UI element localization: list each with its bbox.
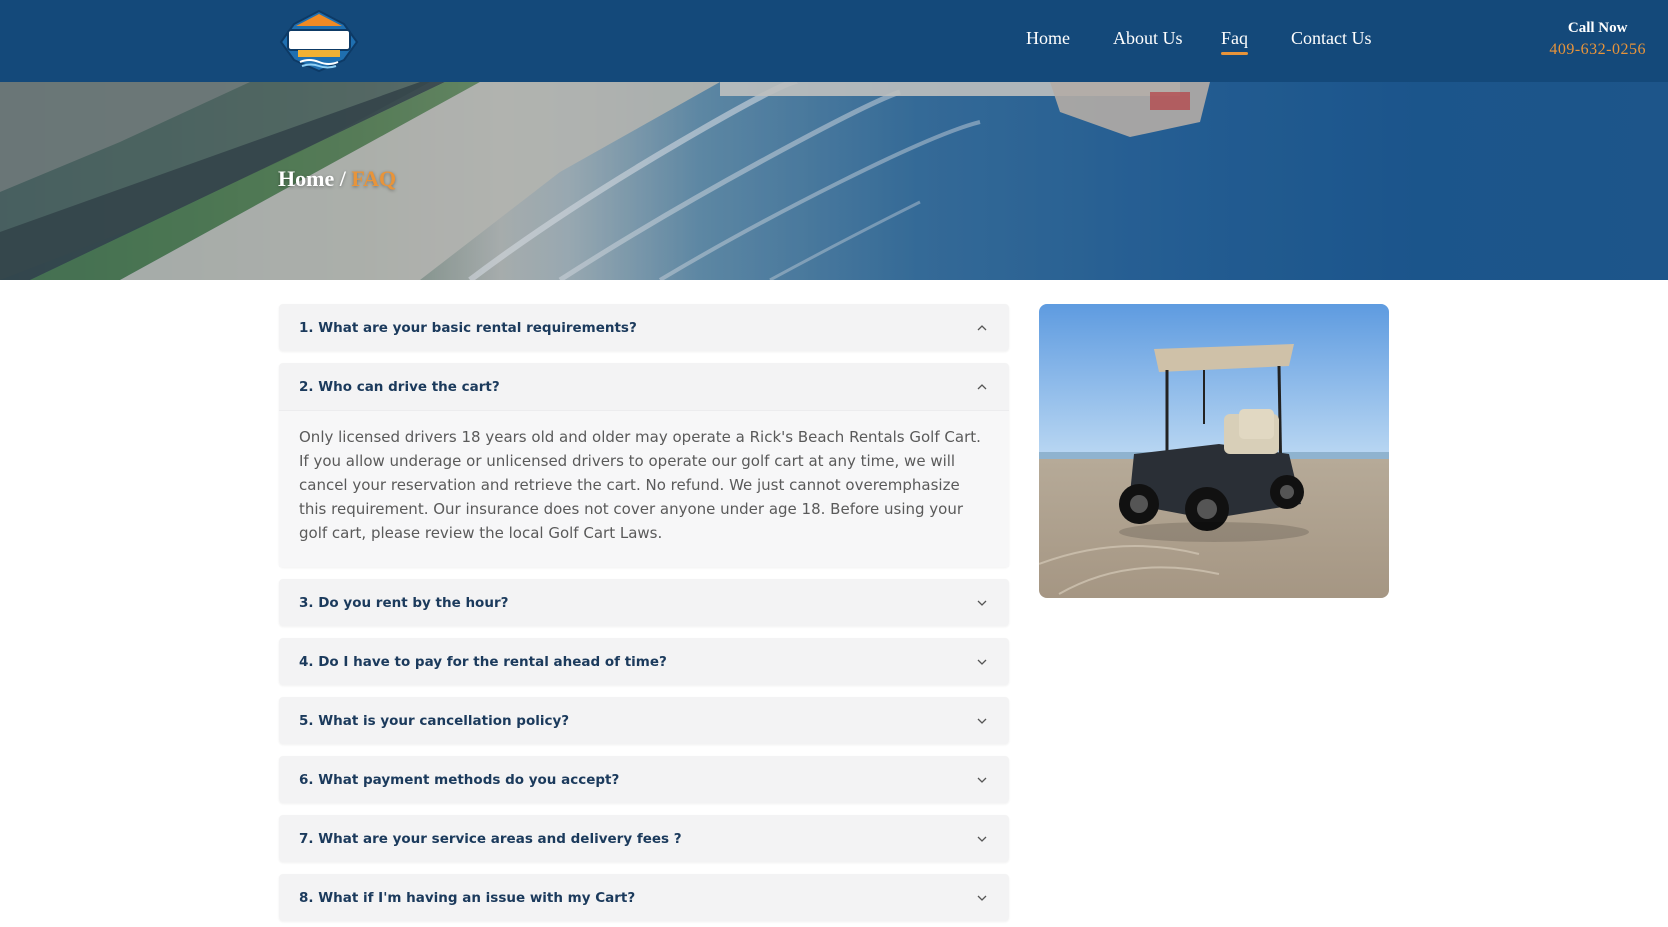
chevron-up-icon (975, 321, 989, 335)
nav-home[interactable]: Home (1026, 28, 1070, 49)
breadcrumb-separator: / (339, 166, 346, 191)
call-now-label: Call Now (1567, 20, 1628, 36)
chevron-down-icon (975, 832, 989, 846)
breadcrumb-home-link[interactable]: Home (278, 166, 334, 191)
faq-item-8: 8. What if I'm having an issue with my C… (279, 874, 1009, 921)
aerial-beach-image (0, 82, 1668, 280)
faq-accordion: 1. What are your basic rental requiremen… (279, 304, 1009, 927)
faq-toggle-2[interactable]: 2. Who can drive the cart? (279, 363, 1009, 410)
faq-item-6: 6. What payment methods do you accept? (279, 756, 1009, 803)
chevron-down-icon (975, 714, 989, 728)
chevron-up-icon (975, 380, 989, 394)
hero-banner: Home / FAQ (0, 82, 1668, 280)
faq-toggle-5[interactable]: 5. What is your cancellation policy? (279, 697, 1009, 744)
phone-number-link[interactable]: 409-632-0256 (1549, 41, 1646, 59)
faq-question: 1. What are your basic rental requiremen… (299, 319, 637, 336)
chevron-down-icon (975, 891, 989, 905)
faq-toggle-4[interactable]: 4. Do I have to pay for the rental ahead… (279, 638, 1009, 685)
faq-toggle-3[interactable]: 3. Do you rent by the hour? (279, 579, 1009, 626)
faq-toggle-8[interactable]: 8. What if I'm having an issue with my C… (279, 874, 1009, 921)
call-now-block: Call Now 409-632-0256 (1549, 20, 1646, 59)
nav-contact-us[interactable]: Contact Us (1291, 28, 1372, 49)
breadcrumb: Home / FAQ (278, 166, 396, 192)
faq-toggle-6[interactable]: 6. What payment methods do you accept? (279, 756, 1009, 803)
chevron-down-icon (975, 655, 989, 669)
site-header: Home About Us Faq Contact Us Call Now 40… (0, 0, 1668, 82)
faq-item-2: 2. Who can drive the cart? Only licensed… (279, 363, 1009, 567)
faq-question: 6. What payment methods do you accept? (299, 771, 620, 788)
golf-cart-photo (1039, 304, 1389, 598)
breadcrumb-current: FAQ (351, 166, 397, 191)
faq-item-1: 1. What are your basic rental requiremen… (279, 304, 1009, 351)
faq-question: 7. What are your service areas and deliv… (299, 830, 682, 847)
faq-item-7: 7. What are your service areas and deliv… (279, 815, 1009, 862)
faq-answer: Only licensed drivers 18 years old and o… (299, 428, 981, 542)
faq-toggle-1[interactable]: 1. What are your basic rental requiremen… (279, 304, 1009, 351)
chevron-down-icon (975, 773, 989, 787)
nav-faq[interactable]: Faq (1221, 28, 1248, 55)
nav-about-us[interactable]: About Us (1113, 28, 1183, 49)
chevron-down-icon (975, 596, 989, 610)
faq-answer-panel: Only licensed drivers 18 years old and o… (279, 410, 1009, 567)
faq-toggle-7[interactable]: 7. What are your service areas and deliv… (279, 815, 1009, 862)
faq-item-5: 5. What is your cancellation policy? (279, 697, 1009, 744)
faq-question: 3. Do you rent by the hour? (299, 594, 509, 611)
site-logo[interactable] (278, 8, 360, 74)
faq-question: 5. What is your cancellation policy? (299, 712, 570, 729)
faq-item-3: 3. Do you rent by the hour? (279, 579, 1009, 626)
faq-question: 4. Do I have to pay for the rental ahead… (299, 653, 667, 670)
faq-question: 8. What if I'm having an issue with my C… (299, 889, 636, 906)
faq-item-4: 4. Do I have to pay for the rental ahead… (279, 638, 1009, 685)
faq-question: 2. Who can drive the cart? (299, 378, 500, 395)
